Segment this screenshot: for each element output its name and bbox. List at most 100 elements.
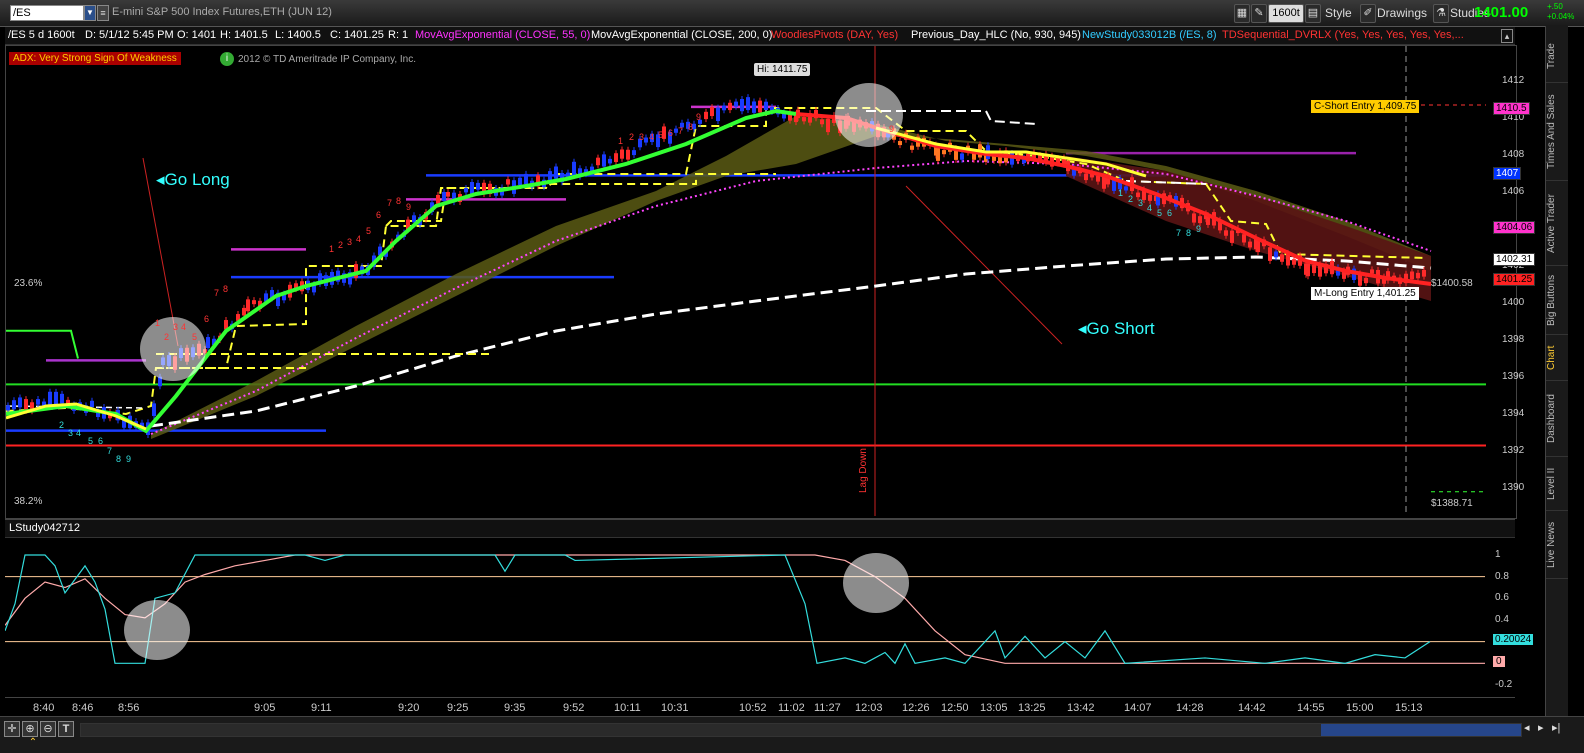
td-count: 3: [68, 428, 73, 438]
drawings-menu[interactable]: Drawings: [1377, 6, 1427, 20]
study-ema200[interactable]: MovAvgExponential (CLOSE, 200, 0): [591, 29, 772, 42]
candle: [252, 300, 256, 305]
sidebar-tab-times-and-sales[interactable]: Times And Sales: [1546, 84, 1568, 181]
zoom-in-icon[interactable]: ⊕: [22, 721, 38, 737]
zoom-out-icon[interactable]: ⊖: [40, 721, 56, 737]
candle: [90, 400, 94, 408]
candle: [476, 182, 480, 190]
scroll-right-icon[interactable]: ▸: [1538, 721, 1550, 735]
grid-icon[interactable]: ▦: [1234, 4, 1250, 23]
time-tick: 14:28: [1176, 702, 1204, 714]
price-badge: 1404.06: [1493, 220, 1536, 234]
price-chart[interactable]: 1234567812345678912345678992345678912345…: [5, 45, 1536, 519]
study-cyan-line: [4, 554, 1431, 665]
candle: [1364, 277, 1368, 284]
candle: [1292, 259, 1296, 265]
sidebar-tab-trade[interactable]: Trade: [1546, 30, 1568, 83]
info-icon[interactable]: i: [220, 52, 234, 66]
lower-study-name[interactable]: LStudy042712: [9, 522, 80, 534]
td-count: 9: [126, 454, 131, 464]
candle: [60, 393, 64, 404]
bar-open: O: 1401: [177, 29, 217, 41]
lower-study-header: LStudy042712: [5, 519, 1515, 538]
last-price: 1401.00: [1474, 4, 1529, 21]
candle: [206, 337, 210, 349]
candle: [1124, 186, 1128, 191]
td-count: 7: [678, 126, 683, 136]
td-count: 4: [649, 132, 654, 142]
lower-study-chart[interactable]: 10.80.60.40.20-0.2 0.20024 0: [4, 537, 1534, 698]
td-count: 6: [668, 128, 673, 138]
bottom-toolbar: ✛ ⊕ ⊖ T ⌃ ◂ ▸ ▸|: [0, 716, 1584, 753]
td-count: 8: [1186, 228, 1191, 238]
style-menu[interactable]: Style: [1325, 6, 1352, 20]
study-pink-badge: 0: [1493, 656, 1505, 667]
td-count: 4: [181, 322, 186, 332]
time-tick: 8:40: [33, 702, 55, 714]
bar-close: C: 1401.25: [330, 29, 384, 41]
candle: [54, 391, 58, 406]
scroll-left-icon[interactable]: ◂: [1524, 721, 1536, 735]
move-icon[interactable]: ✛: [4, 721, 20, 737]
candle: [716, 107, 720, 122]
time-tick: 10:31: [661, 702, 689, 714]
study-woodies[interactable]: WoodiesPivots (DAY, Yes): [771, 29, 898, 42]
time-tick: 11:02: [778, 702, 805, 714]
candle: [910, 145, 914, 150]
period-label: /ES 5 d 1600t: [8, 29, 75, 41]
time-tick: 8:46: [72, 702, 94, 714]
symbol-settings-icon[interactable]: ≡: [97, 5, 109, 21]
toolbar: /ES ▼ ≡ E-mini S&P 500 Index Futures,ETH…: [0, 0, 1584, 27]
drawings-icon[interactable]: ✐: [1360, 4, 1376, 23]
candle: [506, 179, 510, 185]
price-tick: 1412: [1502, 75, 1525, 86]
fib-38-label: 38.2%: [14, 496, 43, 507]
price-tick: 1394: [1502, 408, 1525, 419]
time-tick: 12:03: [855, 702, 883, 714]
study-tick: -0.2: [1495, 679, 1513, 690]
td-count: 1: [155, 318, 160, 328]
sidebar-tab-level-ii[interactable]: Level II: [1546, 458, 1568, 511]
price-badge: 1407: [1493, 166, 1522, 180]
td-count: 8: [688, 122, 693, 132]
study-tdsequential[interactable]: TDSequential_DVRLX (Yes, Yes, Yes, Yes, …: [1222, 29, 1464, 42]
candle: [1198, 216, 1202, 224]
aggregation-button[interactable]: 1600t: [1268, 4, 1304, 23]
study-tick: 0.8: [1495, 570, 1509, 582]
study-prevday[interactable]: Previous_Day_HLC (No, 930, 945): [911, 29, 1081, 42]
td-count: 8: [116, 454, 121, 464]
study-newstudy[interactable]: NewStudy033012B (/ES, 8): [1082, 29, 1217, 42]
candle: [898, 141, 902, 146]
td-count: 9: [1196, 224, 1201, 234]
tools-icon[interactable]: ✎: [1251, 4, 1267, 23]
time-tick: 15:13: [1395, 702, 1423, 714]
candle: [1256, 241, 1260, 253]
sidebar-tab-big-buttons[interactable]: Big Buttons: [1546, 267, 1568, 335]
text-tool-icon[interactable]: T: [58, 721, 74, 737]
candle: [524, 173, 528, 185]
study-ema55[interactable]: MovAvgExponential (CLOSE, 55, 0): [415, 29, 590, 42]
lag-down-label: Lag Down: [858, 448, 869, 494]
expand-icon[interactable]: ⌃: [26, 737, 40, 749]
candle: [554, 166, 558, 179]
go-short-line: [905, 185, 1063, 345]
symbol-dropdown-icon[interactable]: ▼: [84, 5, 96, 21]
price-tick: 1390: [1502, 482, 1525, 493]
td-count: 7: [387, 198, 392, 208]
style-icon[interactable]: ▤: [1305, 4, 1321, 23]
horizontal-scrollbar[interactable]: [80, 723, 1522, 737]
scrollbar-thumb[interactable]: [1321, 724, 1521, 736]
time-tick: 13:42: [1067, 702, 1095, 714]
sidebar-tab-live-news[interactable]: Live News: [1546, 512, 1568, 579]
candle: [12, 400, 16, 410]
sidebar-tab-dashboard[interactable]: Dashboard: [1546, 382, 1568, 457]
symbol-input[interactable]: /ES: [10, 5, 84, 21]
studies-icon[interactable]: ⚗: [1433, 4, 1449, 23]
candle: [1230, 230, 1234, 243]
go-short-arrow-icon: ◂: [1078, 319, 1087, 338]
scroll-end-icon[interactable]: ▸|: [1552, 721, 1564, 735]
td-count: 1: [1118, 188, 1123, 198]
collapse-icon[interactable]: ▴: [1501, 29, 1513, 43]
sidebar-tab-active-trader[interactable]: Active Trader: [1546, 182, 1568, 266]
sidebar-tab-chart[interactable]: Chart: [1546, 336, 1568, 381]
